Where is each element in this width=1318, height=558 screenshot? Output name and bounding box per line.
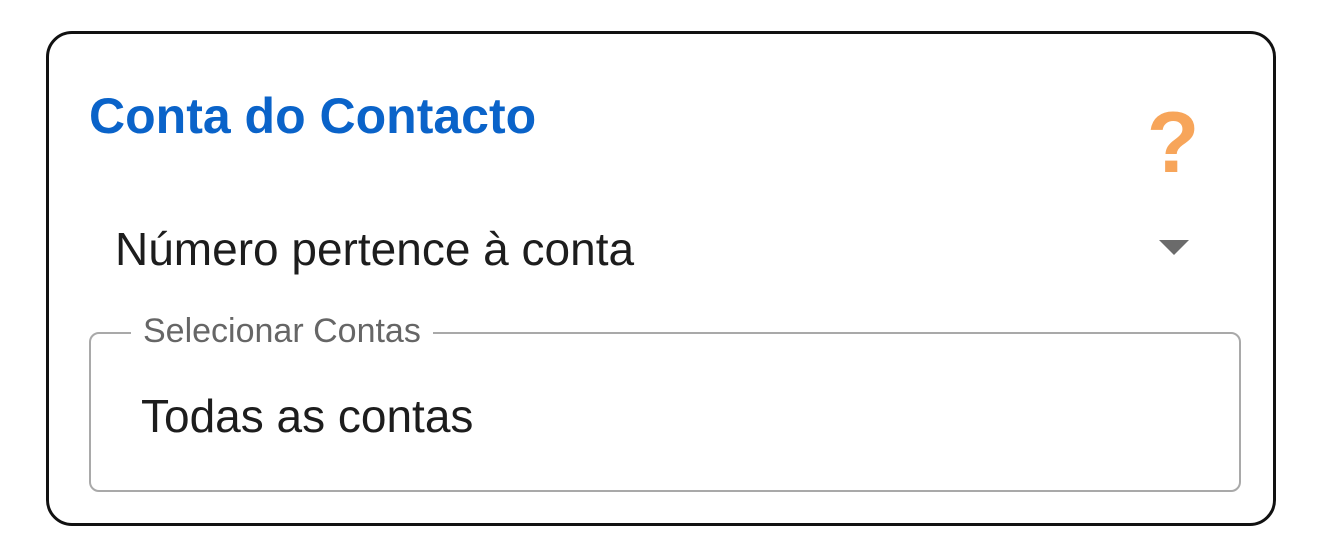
help-question-icon[interactable]: ? — [1143, 98, 1203, 188]
select-accounts-value: Todas as contas — [141, 390, 474, 442]
select-accounts-field[interactable]: Selecionar Contas Todas as contas — [89, 308, 1241, 492]
contact-account-card: Conta do Contacto ? Número pertence à co… — [46, 31, 1276, 526]
account-condition-selected-value: Número pertence à conta — [115, 223, 635, 275]
account-condition-select[interactable]: Número pertence à conta — [115, 218, 1189, 280]
dropdown-arrow-icon[interactable] — [1159, 240, 1189, 255]
select-accounts-label: Selecionar Contas — [131, 308, 433, 354]
card-title: Conta do Contacto — [89, 88, 537, 144]
